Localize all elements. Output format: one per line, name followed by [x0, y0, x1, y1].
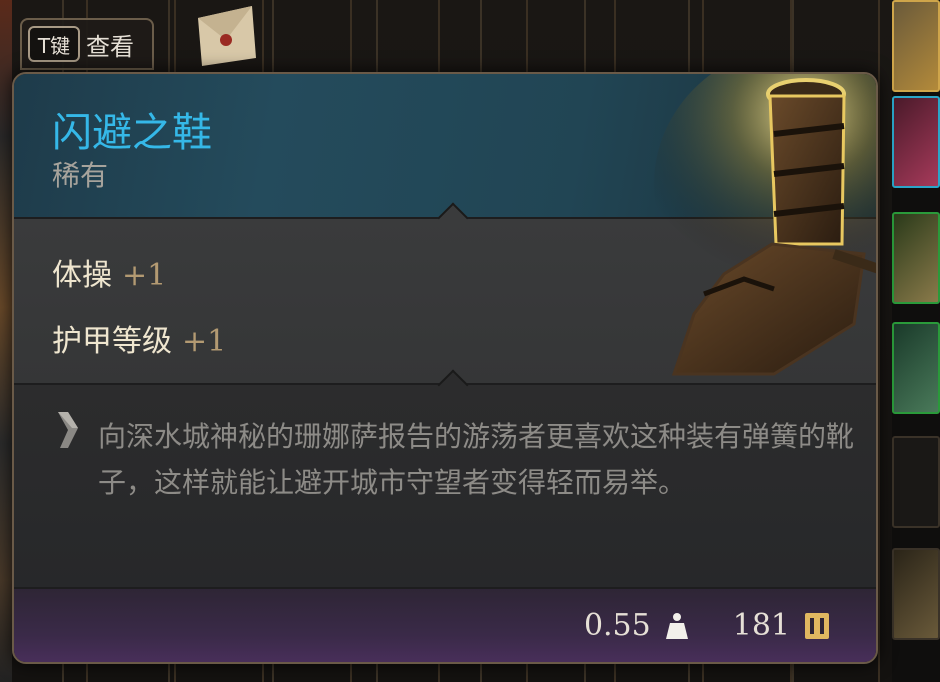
- inspect-key-hint[interactable]: T键 查看: [20, 18, 154, 70]
- item-tooltip: 闪避之鞋 稀有 体操 +1 护甲等级 +1 向深水城神秘的珊娜萨报告的游荡者更喜欢这…: [12, 72, 878, 664]
- inventory-slot-ring[interactable]: [892, 548, 940, 640]
- item-value-row: 0.55 181: [584, 608, 830, 643]
- inventory-slot-potion[interactable]: [892, 96, 940, 188]
- inventory-slot-dark[interactable]: [892, 436, 940, 528]
- stat-name: 护甲等级: [52, 324, 172, 359]
- inventory-slot-gem[interactable]: [892, 322, 940, 414]
- inventory-slot-column[interactable]: [0, 0, 12, 682]
- item-price: 181: [732, 608, 790, 643]
- stat-name: 体操: [52, 258, 112, 293]
- quote-mark-icon: [58, 412, 78, 448]
- inspect-key-cap: T键: [28, 26, 80, 62]
- stat-row: 体操 +1: [52, 250, 166, 294]
- inspect-key-label: 查看: [86, 32, 134, 61]
- inventory-right-column: [892, 0, 940, 682]
- item-name: 闪避之鞋: [52, 110, 212, 156]
- item-weight: 0.55: [583, 608, 651, 643]
- letter-item-slot[interactable]: [190, 0, 260, 70]
- item-rarity: 稀有: [52, 159, 109, 192]
- weight-icon: [665, 612, 688, 639]
- stat-value: +1: [122, 258, 167, 293]
- boots-icon: [654, 74, 876, 376]
- inventory-slot-helmet[interactable]: [892, 0, 940, 92]
- stat-value: +1: [182, 324, 227, 359]
- gold-icon: [805, 612, 829, 639]
- inventory-slot-flower[interactable]: [892, 212, 940, 304]
- stat-row: 护甲等级 +1: [52, 316, 226, 360]
